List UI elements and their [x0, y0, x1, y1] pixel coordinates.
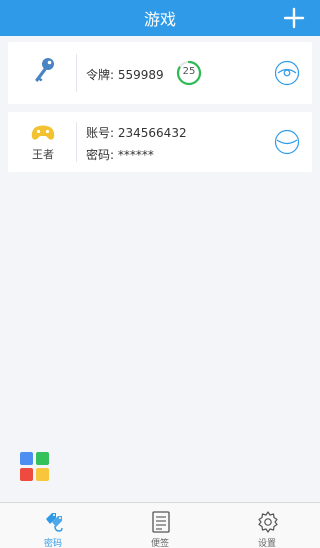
token-label: 令牌:: [86, 68, 115, 82]
tab-password-label: 密码: [43, 539, 62, 548]
page-title: 游戏: [143, 10, 176, 29]
apps-grid-button[interactable]: [20, 452, 50, 482]
password-row: 密码: ******: [86, 146, 154, 163]
tab-settings[interactable]: 设置: [214, 503, 320, 548]
tab-notes[interactable]: 便签: [107, 503, 213, 548]
card-divider: [76, 122, 77, 162]
tab-password[interactable]: 密码: [0, 503, 106, 548]
apps-square-green: [36, 452, 49, 465]
account-row: 账号: 234566432: [86, 124, 187, 141]
gamepad-icon: [31, 125, 55, 140]
account-card[interactable]: 王者 账号: 234566432 密码: ******: [8, 112, 312, 172]
game-name: 王者: [32, 148, 54, 161]
password-tags-icon: [46, 513, 63, 532]
eye-icon[interactable]: [274, 60, 300, 86]
account-label: 账号:: [86, 126, 115, 140]
password-value: ******: [117, 148, 154, 162]
tab-bar: 密码 便签 设置: [0, 502, 320, 548]
add-icon[interactable]: [280, 4, 308, 32]
note-icon: [152, 511, 170, 533]
navigation-bar: 游戏: [0, 0, 320, 36]
tab-notes-label: 便签: [150, 539, 169, 548]
token-card[interactable]: 令牌: 559989 25: [8, 42, 312, 104]
gear-icon: [258, 511, 278, 533]
apps-square-yellow: [36, 468, 49, 481]
token-value: 559989: [117, 68, 164, 82]
password-label: 密码:: [86, 148, 115, 162]
token-row: 令牌: 559989: [86, 66, 164, 83]
apps-square-red: [20, 468, 33, 481]
key-icon: [35, 58, 54, 82]
countdown-number: 25: [182, 66, 196, 77]
tab-settings-label: 设置: [257, 539, 276, 548]
apps-square-blue: [20, 452, 33, 465]
account-value: 234566432: [117, 126, 187, 140]
eye-closed-icon[interactable]: [274, 129, 300, 155]
card-divider: [76, 54, 77, 92]
